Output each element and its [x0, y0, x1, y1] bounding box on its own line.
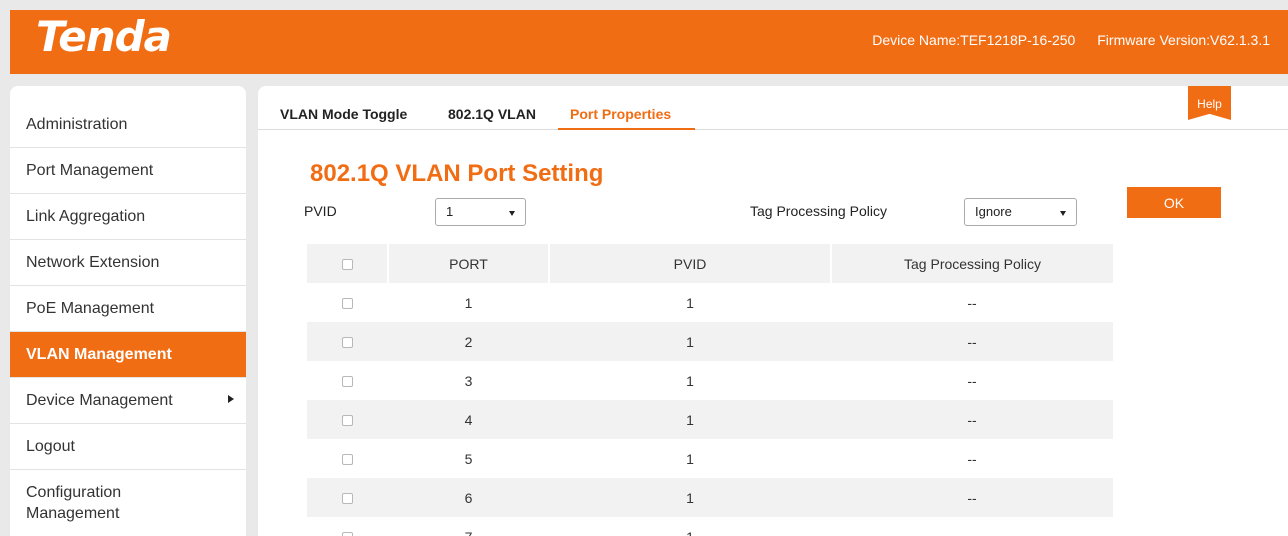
table-row: 2 1 -- — [307, 322, 1113, 361]
sidebar-item-link-aggregation[interactable]: Link Aggregation — [10, 194, 246, 240]
tab-vlan-mode-toggle[interactable]: VLAN Mode Toggle — [280, 106, 407, 122]
page-title: 802.1Q VLAN Port Setting — [310, 160, 604, 187]
port-cell: 6 — [464, 489, 473, 506]
sidebar-item-vlan-management[interactable]: VLAN Management — [10, 332, 246, 378]
pvid-cell: 1 — [686, 372, 694, 389]
port-cell: 1 — [464, 294, 473, 311]
table-row: 3 1 -- — [307, 361, 1113, 400]
tenda-logo: Tenda — [36, 12, 172, 61]
port-cell: 4 — [464, 411, 473, 428]
sidebar-item-port-management[interactable]: Port Management — [10, 148, 246, 194]
active-tab-underline — [558, 128, 695, 130]
port-cell: 5 — [464, 450, 473, 467]
tab-bar: VLAN Mode Toggle 802.1Q VLAN Port Proper… — [258, 100, 1288, 130]
pvid-label: PVID — [304, 203, 337, 219]
tag-policy-select[interactable]: Ignore — [964, 198, 1077, 226]
column-header-port: PORT — [388, 244, 550, 283]
sidebar-item-configuration-management[interactable]: Configuration Management — [10, 470, 246, 536]
row-checkbox[interactable] — [342, 532, 353, 536]
policy-cell: -- — [967, 450, 977, 467]
submenu-arrow-icon — [228, 395, 234, 403]
port-table: PORT PVID Tag Processing Policy 1 1 -- 2… — [307, 244, 1113, 536]
pvid-select-value: 1 — [446, 204, 454, 219]
tab-8021q-vlan[interactable]: 802.1Q VLAN — [448, 106, 536, 122]
pvid-cell: 1 — [686, 450, 694, 467]
sidebar-item-device-management[interactable]: Device Management — [10, 378, 246, 424]
pvid-cell: 1 — [686, 333, 694, 350]
port-cell: 3 — [464, 372, 473, 389]
firmware-version: Firmware Version:V62.1.3.1 — [1097, 32, 1270, 48]
pvid-select[interactable]: 1 — [435, 198, 526, 226]
pvid-cell: 1 — [686, 489, 694, 506]
pvid-cell: 1 — [549, 517, 831, 536]
sidebar-item-logout[interactable]: Logout — [10, 424, 246, 470]
sidebar: Administration Port Management Link Aggr… — [10, 86, 246, 536]
column-header-tag-policy: Tag Processing Policy — [904, 255, 1041, 272]
tag-policy-label: Tag Processing Policy — [750, 203, 887, 219]
device-name: Device Name:TEF1218P-16-250 — [872, 32, 1076, 48]
table-row: 4 1 -- — [307, 400, 1113, 439]
port-cell: 2 — [464, 333, 473, 350]
row-checkbox[interactable] — [342, 376, 353, 388]
table-row: 1 1 -- — [307, 283, 1113, 322]
ok-button[interactable]: OK — [1127, 187, 1221, 218]
pvid-cell: 1 — [686, 294, 694, 311]
sidebar-item-poe-management[interactable]: PoE Management — [10, 286, 246, 332]
policy-cell: -- — [967, 294, 977, 311]
row-checkbox[interactable] — [342, 298, 353, 310]
table-header-row: PORT PVID Tag Processing Policy — [307, 244, 1113, 283]
main-panel: VLAN Mode Toggle 802.1Q VLAN Port Proper… — [258, 86, 1288, 536]
device-info: Device Name:TEF1218P-16-250 Firmware Ver… — [854, 32, 1270, 48]
row-checkbox[interactable] — [342, 337, 353, 349]
sidebar-item-administration[interactable]: Administration — [10, 86, 246, 148]
row-checkbox[interactable] — [342, 415, 353, 427]
chevron-down-icon — [509, 211, 515, 216]
row-checkbox[interactable] — [342, 493, 353, 505]
policy-cell: -- — [967, 333, 977, 350]
select-all-cell — [307, 244, 389, 283]
pvid-cell: 1 — [686, 411, 694, 428]
table-row: 5 1 -- — [307, 439, 1113, 478]
table-row: 7 1 -- — [307, 517, 1113, 536]
policy-cell: -- — [831, 517, 1113, 536]
chevron-down-icon — [1060, 211, 1066, 216]
policy-cell: -- — [967, 372, 977, 389]
table-row: 6 1 -- — [307, 478, 1113, 517]
policy-cell: -- — [967, 489, 977, 506]
sidebar-item-network-extension[interactable]: Network Extension — [10, 240, 246, 286]
column-header-pvid: PVID — [549, 244, 832, 283]
port-cell: 7 — [388, 517, 549, 536]
policy-cell: -- — [967, 411, 977, 428]
select-all-checkbox[interactable] — [341, 259, 353, 271]
tag-policy-select-value: Ignore — [975, 204, 1012, 219]
tab-port-properties[interactable]: Port Properties — [570, 106, 671, 122]
top-header: Tenda Device Name:TEF1218P-16-250 Firmwa… — [10, 10, 1288, 74]
row-checkbox[interactable] — [342, 454, 353, 466]
